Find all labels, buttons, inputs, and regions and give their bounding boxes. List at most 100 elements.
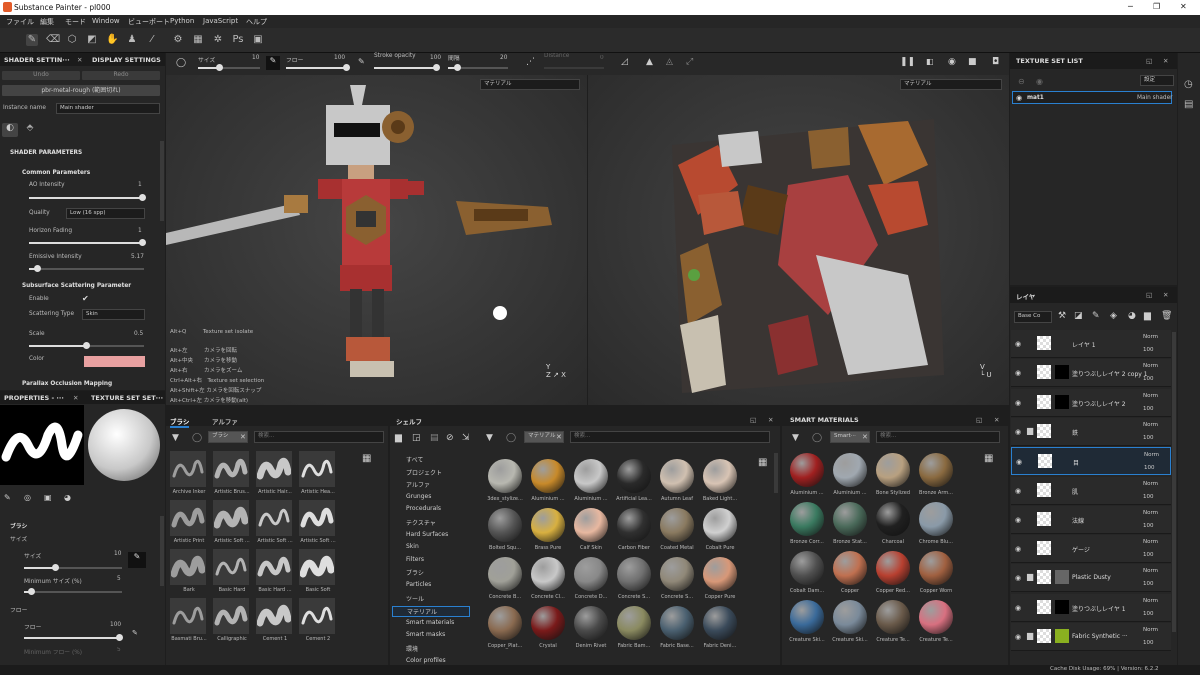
smart-material-thumbnail[interactable] — [876, 551, 910, 585]
horizon-fading-slider[interactable] — [29, 239, 146, 246]
material-icon[interactable]: ◕ — [64, 493, 71, 502]
new-folder-icon[interactable]: ◲ — [412, 433, 421, 443]
eye-icon[interactable]: ◉ — [1015, 340, 1021, 348]
filter-icon[interactable]: ▼ — [172, 433, 179, 443]
hide-icon[interactable]: ⊘ — [446, 433, 454, 443]
close-icon[interactable]: ✕ — [1163, 291, 1168, 299]
smart-material-thumbnail[interactable] — [833, 502, 867, 536]
menu-window[interactable]: Window — [92, 17, 120, 25]
material-thumbnail[interactable] — [660, 557, 694, 591]
menu-python[interactable]: Python — [170, 17, 194, 25]
brush-thumbnail[interactable] — [213, 451, 249, 487]
close-icon[interactable]: ✕ — [1163, 57, 1168, 65]
export-icon[interactable]: ▣ — [252, 34, 264, 46]
eye-icon[interactable]: ◉ — [1015, 399, 1021, 407]
smart-search-input[interactable]: 検索... — [876, 431, 1000, 443]
smart-material-thumbnail[interactable] — [919, 502, 953, 536]
layer-thumbnail[interactable] — [1038, 454, 1052, 469]
opacity-value[interactable]: 100 — [1143, 581, 1154, 587]
folder-icon[interactable]: ▆ — [1027, 426, 1033, 435]
brush-thumbnail[interactable] — [299, 549, 335, 585]
menu-help[interactable]: ヘルプ — [246, 17, 267, 27]
opacity-value[interactable]: 100 — [1143, 376, 1154, 382]
eye-icon[interactable]: ◉ — [1016, 458, 1022, 466]
eye-icon[interactable]: ◉ — [1015, 604, 1021, 612]
shelf-category[interactable]: ツール — [406, 594, 468, 603]
scrollbar[interactable] — [160, 516, 164, 586]
smart-material-thumbnail[interactable] — [790, 453, 824, 487]
eraser-icon[interactable]: ⌫ — [46, 34, 60, 46]
brush-thumbnail[interactable] — [299, 451, 335, 487]
spacing-slider[interactable] — [448, 64, 508, 71]
minimize-icon[interactable]: ─ — [1128, 2, 1133, 11]
layer-thumbnail[interactable] — [1037, 482, 1051, 497]
layer-row[interactable]: ◉ レイヤ 1 Norm 100 — [1011, 330, 1171, 358]
channel-dropdown[interactable]: Base Co — [1014, 311, 1052, 323]
material-thumbnail[interactable] — [574, 557, 608, 591]
eye-icon[interactable]: ◉ — [1015, 574, 1021, 582]
smart-material-thumbnail[interactable] — [833, 600, 867, 634]
tab-shader-settings[interactable]: SHADER SETTIN··· — [4, 56, 70, 64]
layer-row[interactable]: ◉ 肌 Norm 100 — [1011, 476, 1171, 505]
material-thumbnail[interactable] — [660, 459, 694, 493]
size-slider[interactable] — [24, 564, 122, 571]
shelf-category[interactable]: プロジェクト — [406, 468, 468, 477]
undo-button[interactable]: Undo — [2, 71, 80, 80]
close-icon[interactable]: ✕ — [1180, 2, 1187, 11]
flow-slider[interactable] — [286, 64, 350, 71]
brush-thumbnail[interactable] — [213, 598, 249, 634]
opacity-value[interactable]: 100 — [1143, 435, 1154, 441]
shelf-category[interactable]: マテリアル — [392, 606, 470, 618]
add-folder-icon[interactable]: ▆ — [1144, 311, 1151, 321]
shelf-category[interactable]: Smart materials — [406, 619, 468, 626]
layer-mask-thumbnail[interactable] — [1055, 365, 1069, 380]
remove-filter-icon[interactable]: ✕ — [556, 433, 562, 441]
layer-thumbnail[interactable] — [1037, 570, 1051, 585]
brushes-search-input[interactable]: 検索... — [254, 431, 384, 443]
grid-icon[interactable]: ▤ — [430, 433, 439, 443]
layer-row[interactable]: ◉ 塗りつぶしレイヤ 2 copy 1 Norm 100 — [1011, 359, 1171, 388]
shelf-category[interactable]: Smart masks — [406, 631, 468, 638]
history-icon[interactable]: ◷ — [1184, 79, 1193, 90]
brush-thumbnail[interactable] — [299, 500, 335, 536]
layer-row[interactable]: ◉ ▆ Fabric Synthetic ··· Norm 100 — [1011, 623, 1171, 651]
blend-mode-dropdown[interactable]: Norm — [1143, 539, 1158, 545]
material-thumbnail[interactable] — [617, 459, 651, 493]
eye-icon[interactable]: ◉ — [1015, 633, 1021, 641]
layer-mask-thumbnail[interactable] — [1055, 599, 1069, 614]
maximize-icon[interactable]: ❐ — [1153, 2, 1160, 11]
close-icon[interactable]: ✕ — [73, 394, 78, 402]
layer-mask-thumbnail[interactable] — [1055, 394, 1069, 409]
material-thumbnail[interactable] — [531, 606, 565, 640]
menu-edit[interactable]: 編集 — [40, 17, 54, 27]
material-thumbnail[interactable] — [660, 606, 694, 640]
layer-row[interactable]: ◉ ▆ Plastic Dusty Norm 100 — [1011, 564, 1171, 593]
shelf-category[interactable]: Skin — [406, 543, 468, 550]
smart-material-thumbnail[interactable] — [790, 502, 824, 536]
add-paint-layer-icon[interactable]: ✎ — [1092, 311, 1100, 321]
eye-icon[interactable]: ◉ — [1015, 369, 1021, 377]
brush-thumbnail[interactable] — [256, 451, 292, 487]
menu-file[interactable]: ファイル — [6, 17, 34, 27]
smart-material-thumbnail[interactable] — [876, 502, 910, 536]
angle-icon[interactable]: ◿ — [621, 57, 628, 67]
brush-icon[interactable]: ✎ — [4, 493, 11, 502]
brush-thumbnail[interactable] — [256, 598, 292, 634]
instance-name-input[interactable]: Main shader — [56, 103, 160, 114]
opacity-value[interactable]: 100 — [1143, 640, 1154, 646]
projection-icon[interactable]: ⬡ — [66, 34, 78, 46]
tab-properties[interactable]: PROPERTIES - ··· — [4, 394, 64, 402]
add-effect-icon[interactable]: ⚒ — [1058, 311, 1066, 321]
pen-pressure-icon[interactable]: ✎ — [132, 629, 138, 637]
material-thumbnail[interactable] — [703, 508, 737, 542]
tab-texture-set-settings[interactable]: TEXTURE SET SET··· — [91, 394, 163, 402]
opacity-value[interactable]: 100 — [1143, 406, 1154, 412]
common-params-section[interactable]: Common Parameters — [22, 170, 90, 176]
alpha-icon[interactable]: ◎ — [24, 493, 31, 502]
bake-icon[interactable]: ▦ — [192, 34, 204, 46]
add-smart-icon[interactable]: ◕ — [1128, 311, 1136, 321]
emissive-intensity-slider[interactable] — [29, 265, 144, 272]
close-icon[interactable]: ✕ — [768, 416, 773, 424]
camera-video-icon[interactable]: ■ — [968, 57, 977, 67]
color-picker-icon[interactable]: ⁄ — [146, 34, 158, 46]
